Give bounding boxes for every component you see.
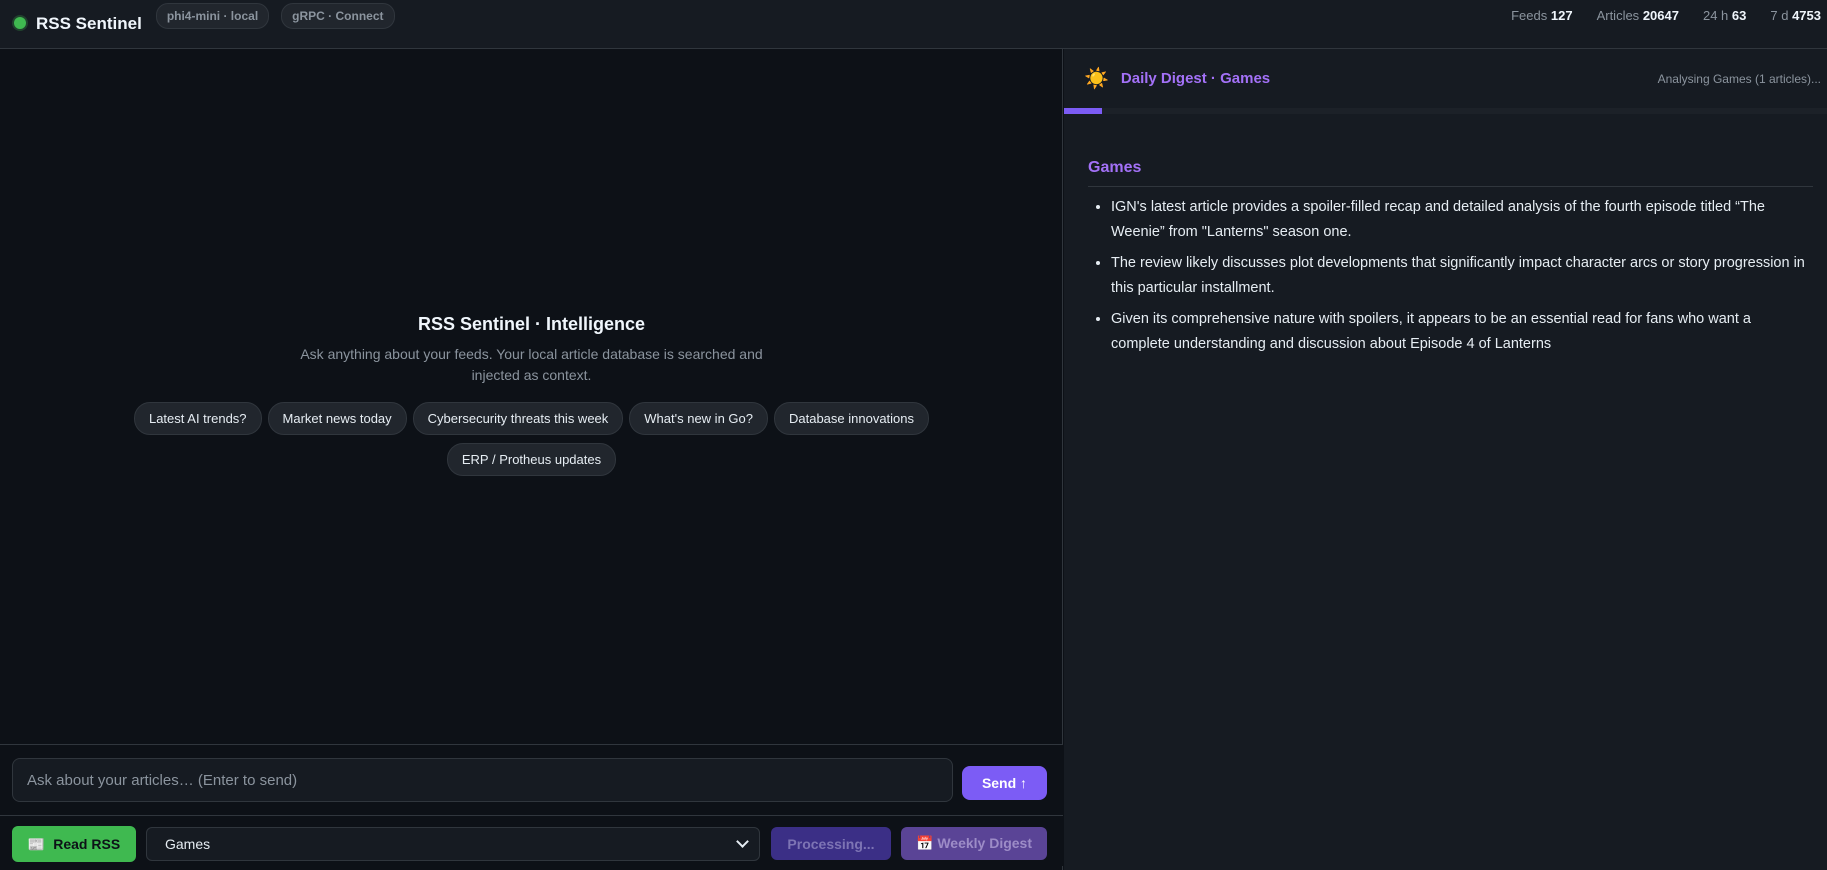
processing-button[interactable]: Processing... <box>771 827 891 860</box>
feed-category-select[interactable]: Games <box>146 827 760 861</box>
suggestion-chip-cybersecurity[interactable]: Cybersecurity threats this week <box>412 402 624 435</box>
read-rss-button[interactable]: 📰 Read RSS <box>12 826 136 862</box>
top-bar: RSS Sentinel phi4-mini · local gRPC · Co… <box>0 0 1827 49</box>
feed-controls: 📰 Read RSS Games Processing... 📅 Weekly … <box>0 815 1063 867</box>
chat-input[interactable] <box>12 758 953 802</box>
chat-composer: Send ↑ 📰 Read RSS Games Processing... 📅 … <box>0 744 1063 866</box>
suggestion-chip-ai-trends[interactable]: Latest AI trends? <box>133 402 262 435</box>
digest-bullet: IGN's latest article provides a spoiler-… <box>1111 195 1813 245</box>
digest-header: ☀️ Daily Digest · Games Analysing Games … <box>1064 49 1827 114</box>
transport-pill: gRPC · Connect <box>281 3 395 29</box>
feed-category-value: Games <box>165 836 211 852</box>
weekly-digest-button[interactable]: 📅 Weekly Digest <box>901 827 1047 860</box>
intro-title: RSS Sentinel · Intelligence <box>417 314 646 334</box>
stat-7d: 7 d 4753 <box>1770 8 1821 23</box>
chat-intro: RSS Sentinel · Intelligence Ask anything… <box>0 314 1063 476</box>
digest-title: Daily Digest · Games <box>1120 70 1271 87</box>
send-button[interactable]: Send ↑ <box>962 766 1047 800</box>
sun-icon: ☀️ <box>1084 68 1109 90</box>
stats-bar: Feeds 127 Articles 20647 24 h 63 7 d 475… <box>1511 8 1821 23</box>
stat-feeds: Feeds 127 <box>1511 8 1573 23</box>
read-rss-label: Read RSS <box>53 836 121 852</box>
digest-bullet: The review likely discusses plot develop… <box>1111 251 1813 301</box>
digest-progress-fill <box>1064 108 1103 114</box>
digest-status: Analysing Games (1 articles)... <box>1657 71 1821 86</box>
suggestion-chip-market-news[interactable]: Market news today <box>267 402 407 435</box>
chat-pane: RSS Sentinel · Intelligence Ask anything… <box>0 49 1063 870</box>
digest-bullet-list: IGN's latest article provides a spoiler-… <box>1088 195 1813 357</box>
stat-24h: 24 h 63 <box>1702 8 1747 23</box>
digest-section-title: Games <box>1088 159 1813 187</box>
intro-description: Ask anything about your feeds. Your loca… <box>300 346 763 383</box>
chevron-down-icon <box>736 835 749 848</box>
digest-progress-bar <box>1064 108 1827 114</box>
digest-content: Games IGN's latest article provides a sp… <box>1064 109 1827 357</box>
connection-status-dot <box>14 17 26 29</box>
model-pill: phi4-mini · local <box>155 3 270 29</box>
app-title: RSS Sentinel <box>36 14 142 33</box>
suggestion-chip-database[interactable]: Database innovations <box>773 402 930 435</box>
digest-pane: ☀️ Daily Digest · Games Analysing Games … <box>1064 49 1827 870</box>
suggestion-chip-go[interactable]: What's new in Go? <box>629 402 768 435</box>
suggestion-chip-erp[interactable]: ERP / Protheus updates <box>446 443 617 476</box>
newspaper-icon: 📰 <box>27 835 46 852</box>
suggestion-chips: Latest AI trends? Market news today Cybe… <box>117 402 947 476</box>
stat-articles: Articles 20647 <box>1596 8 1679 23</box>
digest-bullet: Given its comprehensive nature with spoi… <box>1111 307 1813 357</box>
